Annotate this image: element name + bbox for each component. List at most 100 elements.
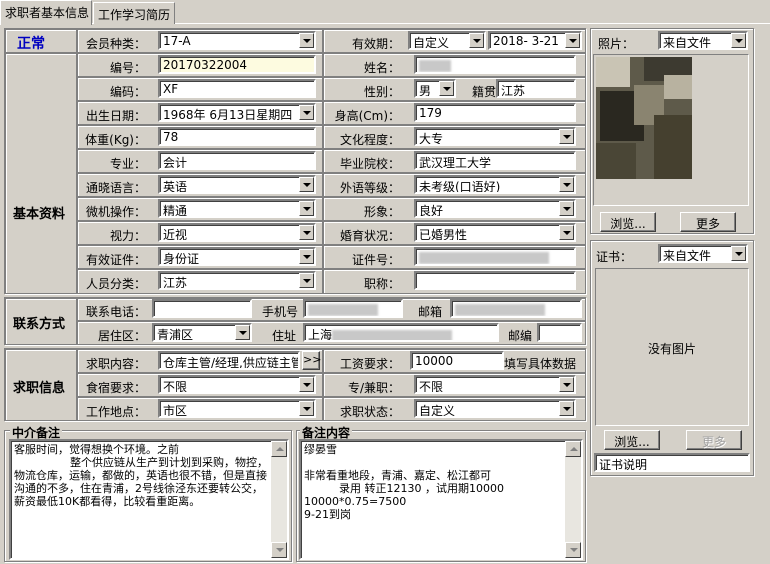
member-type-select[interactable]: 17-A (158, 31, 316, 50)
person-photo-icon (596, 57, 692, 179)
chevron-down-icon (299, 33, 314, 48)
agent-notes-textarea[interactable]: 客服时间，觉得想换个环境。之前 整个供应链从生产到计划到采购，物控，物流仓库，运… (9, 439, 289, 560)
chevron-down-icon (299, 177, 314, 192)
marital-select[interactable]: 已婚男性 (414, 223, 576, 242)
chevron-down-icon (299, 377, 314, 392)
idno-input[interactable] (414, 247, 576, 266)
validity-label: 有效期： (351, 37, 400, 51)
chevron-down-icon (559, 201, 574, 216)
job-state-label: 求职状态： (339, 405, 400, 419)
school-input[interactable]: 武汉理工大学 (414, 151, 576, 170)
origin-input[interactable]: 江苏 (496, 79, 576, 98)
chevron-down-icon (235, 325, 250, 340)
chevron-down-icon (299, 249, 314, 264)
height-input[interactable]: 179 (414, 103, 576, 122)
postcode-label: 邮编 (507, 329, 532, 343)
ptft-label: 专/兼职： (347, 381, 400, 395)
board-select[interactable]: 不限 (158, 375, 316, 394)
vision-label: 视力： (109, 229, 146, 243)
school-label: 毕业院校： (339, 157, 400, 171)
scroll-down-icon[interactable] (565, 542, 581, 558)
chevron-down-icon (299, 201, 314, 216)
job-content-label: 求职内容： (85, 357, 146, 371)
code-input[interactable]: XF (158, 79, 316, 98)
lang-select[interactable]: 英语 (158, 175, 316, 194)
scroll-up-icon[interactable] (565, 441, 581, 457)
mobile-input[interactable] (303, 299, 403, 318)
scroll-up-icon[interactable] (271, 441, 287, 457)
chevron-down-icon (299, 105, 314, 120)
chevron-down-icon (559, 129, 574, 144)
pc-label: 微机操作： (85, 205, 146, 219)
photo-frame (593, 54, 749, 206)
address-label: 住址 (271, 329, 296, 343)
major-label: 专业： (109, 157, 146, 171)
title-label: 职称： (363, 277, 400, 291)
photo-label: 照片： (598, 37, 635, 51)
pc-select[interactable]: 精通 (158, 199, 316, 218)
no-image-text: 没有图片 (647, 342, 696, 356)
lang-level-label: 外语等级： (339, 181, 400, 195)
chevron-down-icon (559, 377, 574, 392)
gender-select[interactable]: 男 (414, 79, 456, 98)
scrollbar[interactable] (565, 441, 581, 558)
chevron-down-icon (299, 225, 314, 240)
expand-job-content-button[interactable]: >> (302, 351, 321, 370)
title-input[interactable] (414, 271, 576, 290)
district-select[interactable]: 青浦区 (152, 323, 252, 342)
tab-basic-info[interactable]: 求职者基本信息 (0, 0, 92, 25)
scroll-down-icon[interactable] (271, 542, 287, 558)
section-job-title: 求职信息 (13, 381, 66, 396)
birth-date-picker[interactable]: 1968年 6月13日星期四 (158, 103, 316, 122)
lang-level-select[interactable]: 未考级(口语好) (414, 175, 576, 194)
cert-desc-input[interactable]: 证书说明 (594, 453, 750, 472)
section-basic-title: 基本资料 (13, 207, 66, 222)
weight-label: 体重(Kg)： (85, 133, 146, 147)
salary-input[interactable]: 10000 (410, 351, 504, 370)
photo-browse-button[interactable]: 浏览... (600, 212, 656, 232)
photo-source-select[interactable]: 来自文件 (658, 31, 748, 50)
validity-mode-select[interactable]: 自定义 (408, 31, 486, 50)
tab-bar: 求职者基本信息 工作学习简历 (0, 0, 770, 25)
basic-section-cell (5, 53, 77, 294)
job-state-select[interactable]: 自定义 (414, 399, 576, 418)
chevron-down-icon (565, 33, 580, 48)
phone-input[interactable] (152, 299, 252, 318)
category-select[interactable]: 江苏 (158, 271, 316, 290)
validity-date-picker[interactable]: 2018- 3-21 (488, 31, 582, 50)
vision-select[interactable]: 近视 (158, 223, 316, 242)
idtype-select[interactable]: 身份证 (158, 247, 316, 266)
email-input[interactable] (450, 299, 582, 318)
address-input[interactable]: 上海 (303, 323, 499, 342)
salary-hint: 填写具体数据 (504, 357, 577, 371)
location-label: 工作地点： (85, 405, 146, 419)
scrollbar[interactable] (271, 441, 287, 558)
salary-label: 工资要求： (339, 357, 400, 371)
image-label: 形象： (363, 205, 400, 219)
job-content-input[interactable]: 仓库主管/经理,供应链主管 (158, 351, 300, 370)
major-input[interactable]: 会计 (158, 151, 316, 170)
idtype-label: 有效证件： (85, 253, 146, 267)
cert-source-select[interactable]: 来自文件 (658, 244, 748, 263)
postcode-input[interactable] (537, 323, 582, 342)
idno-label: 证件号： (351, 253, 400, 267)
ptft-select[interactable]: 不限 (414, 375, 576, 394)
location-select[interactable]: 市区 (158, 399, 316, 418)
image-select[interactable]: 良好 (414, 199, 576, 218)
tab-work-history[interactable]: 工作学习简历 (93, 2, 175, 24)
edu-select[interactable]: 大专 (414, 127, 576, 146)
photo-more-button[interactable]: 更多 (680, 212, 736, 232)
remarks-textarea[interactable]: 缪晏雪 非常看重地段，青浦、嘉定、松江都可 录用 转正12130 ，试用期100… (299, 439, 583, 560)
cert-browse-button[interactable]: 浏览... (604, 430, 660, 450)
district-label: 居住区： (97, 329, 146, 343)
cert-more-button: 更多 (686, 430, 742, 450)
mobile-label: 手机号 (261, 305, 298, 319)
chevron-down-icon (299, 401, 314, 416)
id-input[interactable]: 20170322004 (158, 55, 316, 74)
name-input[interactable] (414, 55, 576, 74)
chevron-down-icon (439, 81, 454, 96)
chevron-down-icon (469, 33, 484, 48)
board-label: 食宿要求： (85, 381, 146, 395)
weight-input[interactable]: 78 (158, 127, 316, 146)
chevron-down-icon (559, 401, 574, 416)
